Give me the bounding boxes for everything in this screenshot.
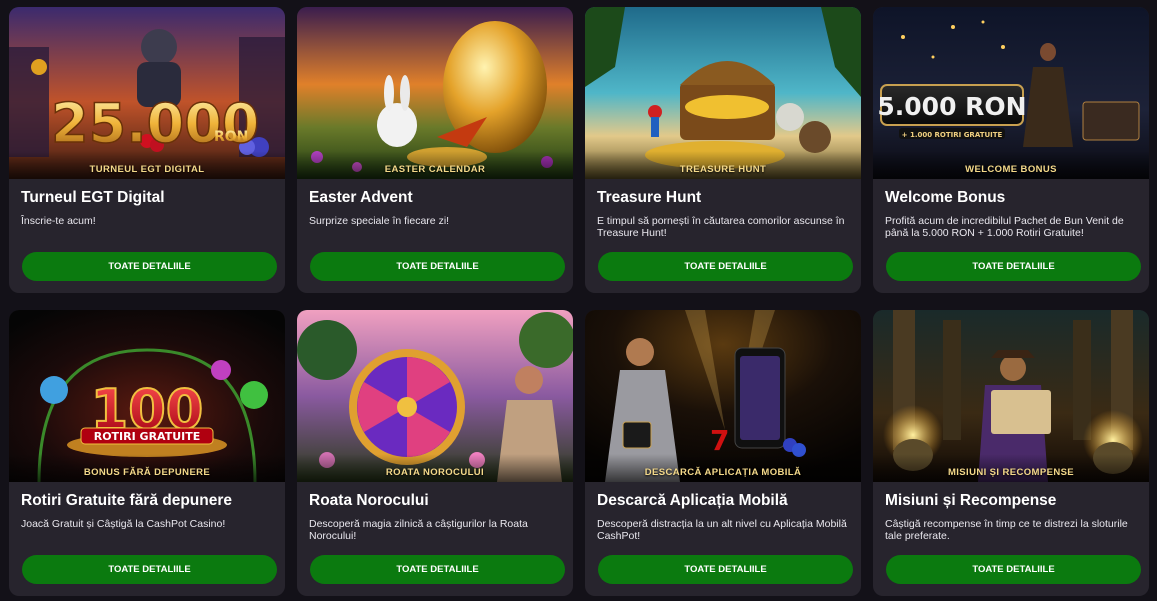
card-title: Easter Advent	[309, 189, 413, 206]
card-body: Treasure Hunt E timpul să pornești în că…	[585, 179, 861, 293]
card-body: Turneul EGT Digital Înscrie-te acum! TOA…	[9, 179, 285, 293]
details-button[interactable]: TOATE DETALIILE	[310, 555, 565, 584]
details-button[interactable]: TOATE DETALIILE	[886, 252, 1141, 281]
card-description: Surprize speciale în fiecare zi!	[309, 215, 450, 227]
svg-text:7: 7	[710, 424, 729, 457]
card-description: Joacă Gratuit și Câștigă la CashPot Casi…	[21, 518, 226, 530]
card-body: Descarcă Aplicația Mobilă Descoperă dist…	[585, 482, 861, 596]
card-description: Descoperă distracția la un alt nivel cu …	[597, 518, 847, 542]
svg-text:5.000 RON: 5.000 RON	[877, 92, 1026, 121]
svg-text:+ 1.000 ROTIRI GRATUITE: + 1.000 ROTIRI GRATUITE	[902, 131, 1003, 139]
card-title: Treasure Hunt	[597, 189, 702, 206]
banner-caption: EASTER CALENDAR	[384, 164, 486, 175]
card-description: Câștigă recompense în timp ce te distrez…	[885, 518, 1128, 542]
details-button[interactable]: TOATE DETALIILE	[22, 555, 277, 584]
svg-text:RON: RON	[214, 129, 248, 145]
card-body: Roata Norocului Descoperă magia zilnică …	[297, 482, 573, 596]
card-title: Descarcă Aplicația Mobilă	[597, 492, 788, 509]
svg-text:ROTIRI GRATUITE: ROTIRI GRATUITE	[94, 430, 201, 443]
card-title: Turneul EGT Digital	[21, 189, 165, 206]
promo-banner-image[interactable]: ROATA NOROCULUI	[297, 310, 573, 482]
promotions-grid: 25.000 RON TURNEUL EGT DIGITAL Turneul E…	[9, 7, 1157, 596]
details-button[interactable]: TOATE DETALIILE	[886, 555, 1141, 584]
promo-card-easter[interactable]: EASTER CALENDAR Easter Advent Surprize s…	[297, 7, 573, 293]
banner-caption: TREASURE HUNT	[679, 164, 767, 175]
promo-banner-image[interactable]: 100 ROTIRI GRATUITE BONUS FĂRĂ DEPUNERE	[9, 310, 285, 482]
card-body: Easter Advent Surprize speciale în fieca…	[297, 179, 573, 293]
details-button[interactable]: TOATE DETALIILE	[22, 252, 277, 281]
details-button[interactable]: TOATE DETALIILE	[598, 555, 853, 584]
card-body: Misiuni și Recompense Câștigă recompense…	[873, 482, 1149, 596]
promo-banner-image[interactable]: 25.000 RON TURNEUL EGT DIGITAL	[9, 7, 285, 179]
card-description: E timpul să pornești în căutarea comoril…	[597, 215, 845, 239]
promo-card-mobile-app[interactable]: 7 DESCARCĂ APLICAȚIA MOBILĂ Descarcă Apl…	[585, 310, 861, 596]
promo-card-egt[interactable]: 25.000 RON TURNEUL EGT DIGITAL Turneul E…	[9, 7, 285, 293]
card-title: Roata Norocului	[309, 492, 429, 509]
promo-card-treasure[interactable]: TREASURE HUNT Treasure Hunt E timpul să …	[585, 7, 861, 293]
card-description: Profită acum de incredibilul Pachet de B…	[885, 215, 1124, 239]
promo-card-wheel[interactable]: ROATA NOROCULUI Roata Norocului Descoper…	[297, 310, 573, 596]
promo-banner-image[interactable]: 5.000 RON + 1.000 ROTIRI GRATUITE WELCOM…	[873, 7, 1149, 179]
details-button[interactable]: TOATE DETALIILE	[310, 252, 565, 281]
card-title: Welcome Bonus	[885, 189, 1006, 206]
card-description: Înscrie-te acum!	[21, 215, 96, 227]
card-title: Rotiri Gratuite fără depunere	[21, 492, 233, 509]
promo-banner-image[interactable]: MISIUNI ȘI RECOMPENSE	[873, 310, 1149, 482]
card-body: Rotiri Gratuite fără depunere Joacă Grat…	[9, 482, 285, 596]
banner-caption: MISIUNI ȘI RECOMPENSE	[947, 467, 1075, 478]
banner-caption: BONUS FĂRĂ DEPUNERE	[83, 467, 211, 478]
promo-card-welcome[interactable]: 5.000 RON + 1.000 ROTIRI GRATUITE WELCOM…	[873, 7, 1149, 293]
card-body: Welcome Bonus Profită acum de incredibil…	[873, 179, 1149, 293]
banner-caption: ROATA NOROCULUI	[385, 467, 485, 478]
details-button[interactable]: TOATE DETALIILE	[598, 252, 853, 281]
promo-card-free-spins[interactable]: 100 ROTIRI GRATUITE BONUS FĂRĂ DEPUNERE …	[9, 310, 285, 596]
banner-caption: DESCARCĂ APLICAȚIA MOBILĂ	[644, 467, 802, 478]
promo-banner-image[interactable]: TREASURE HUNT	[585, 7, 861, 179]
banner-caption: TURNEUL EGT DIGITAL	[89, 164, 205, 175]
card-title: Misiuni și Recompense	[885, 492, 1057, 509]
svg-text:25.000: 25.000	[51, 92, 259, 155]
promo-card-missions[interactable]: MISIUNI ȘI RECOMPENSE Misiuni și Recompe…	[873, 310, 1149, 596]
promo-banner-image[interactable]: 7 DESCARCĂ APLICAȚIA MOBILĂ	[585, 310, 861, 482]
promo-banner-image[interactable]: EASTER CALENDAR	[297, 7, 573, 179]
card-description: Descoperă magia zilnică a câștigurilor l…	[309, 518, 528, 542]
banner-caption: WELCOME BONUS	[965, 164, 1057, 175]
